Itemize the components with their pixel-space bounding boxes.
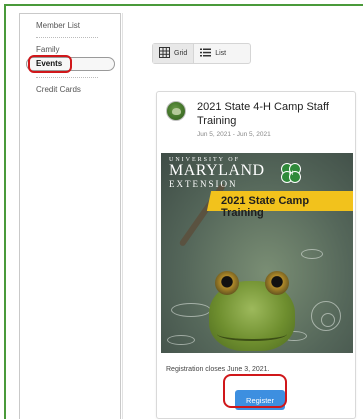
event-banner-text: 2021 State Camp Training <box>221 195 310 219</box>
sidebar-divider <box>36 77 98 78</box>
grid-icon <box>159 47 170 60</box>
sidebar-item-family[interactable]: Family <box>36 45 60 54</box>
event-title[interactable]: 2021 State 4-H Camp Staff Training <box>197 100 352 128</box>
register-callout-highlight <box>223 374 287 408</box>
list-view-label: List <box>215 50 227 57</box>
registration-note: Registration closes June 3, 2021. <box>166 366 270 373</box>
event-card[interactable]: 2021 State 4-H Camp Staff Training Jun 5… <box>156 91 356 419</box>
sidebar-nav: Member List Family Events Credit Cards <box>19 13 121 419</box>
sidebar-divider <box>36 37 98 38</box>
sidebar-item-credit-cards[interactable]: Credit Cards <box>36 85 81 94</box>
event-image: UNIVERSITY OF MARYLAND EXTENSION H 2021 … <box>161 153 353 353</box>
grid-view-button[interactable]: Grid <box>153 44 195 63</box>
event-logo-icon <box>166 101 186 121</box>
four-h-clover-icon: H <box>281 163 301 183</box>
sidebar-item-member-list[interactable]: Member List <box>36 21 80 30</box>
grid-view-label: Grid <box>174 50 188 57</box>
umd-logo: UNIVERSITY OF MARYLAND EXTENSION <box>169 157 265 189</box>
view-toggle: Grid List <box>152 43 251 64</box>
event-dates: Jun 5, 2021 - Jun 5, 2021 <box>197 131 271 138</box>
events-callout-highlight <box>28 55 72 73</box>
svg-text:H: H <box>289 171 293 177</box>
list-icon <box>200 48 212 59</box>
list-view-button[interactable]: List <box>194 44 232 63</box>
